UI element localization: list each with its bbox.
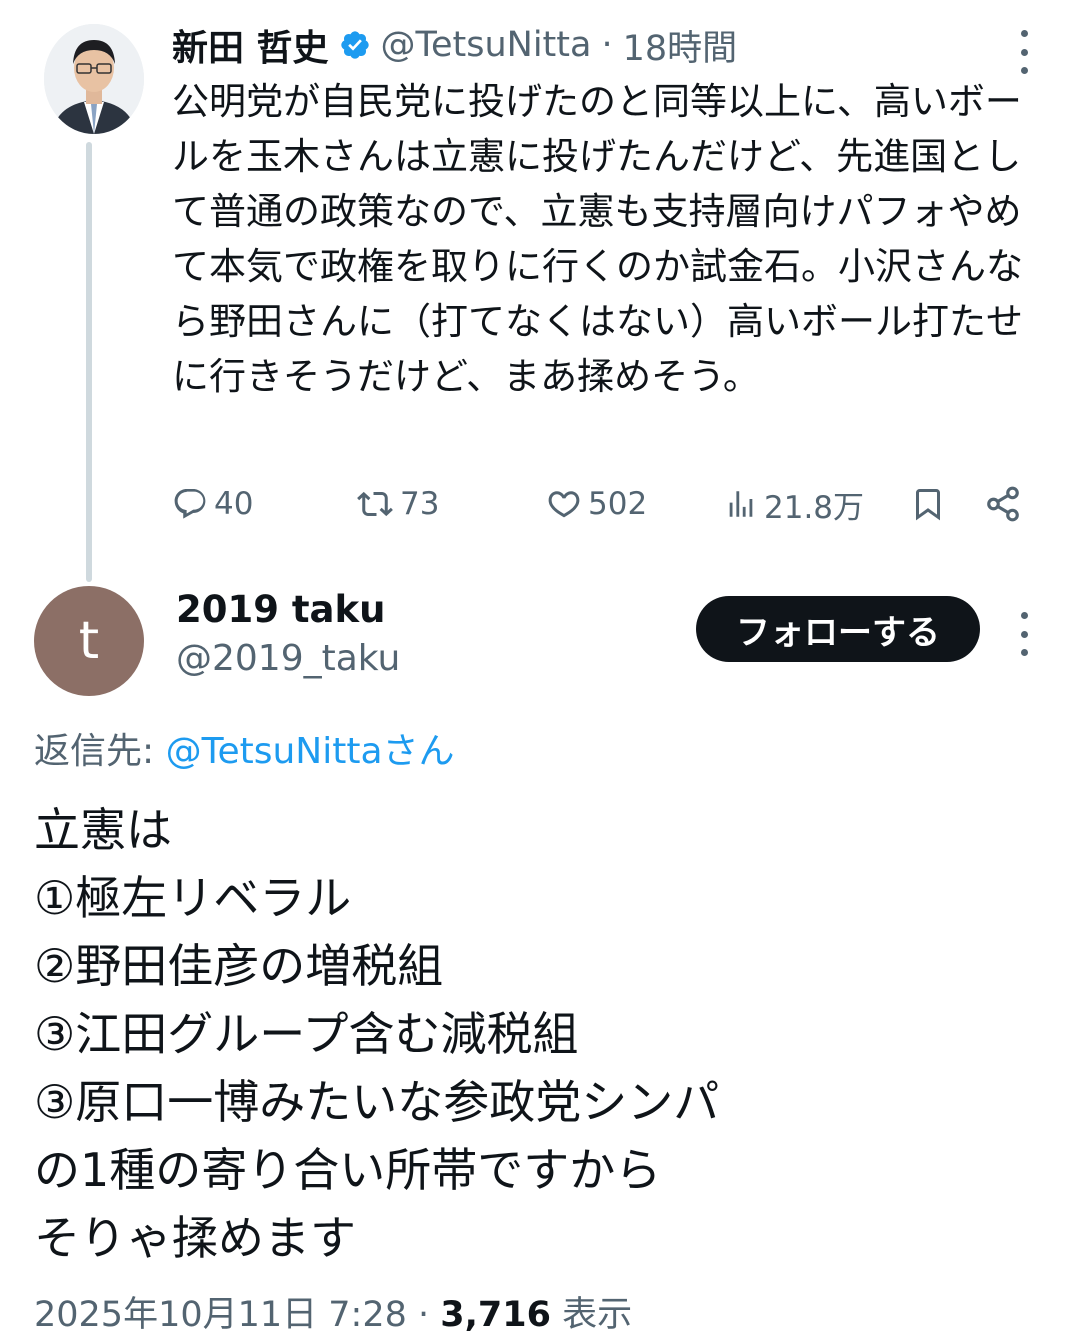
- like-count: 502: [588, 486, 648, 522]
- tweet-views-label: 表示: [550, 1295, 633, 1335]
- header-separator: ·: [601, 25, 613, 65]
- reply-more-options-icon[interactable]: [1014, 612, 1034, 656]
- share-icon: [987, 486, 1019, 522]
- replying-to-line: 返信先: @TetsuNittaさん: [34, 722, 455, 774]
- reply-text-line: ③原口一博みたいな参政党シンパ: [34, 1075, 720, 1129]
- reply-count: 40: [214, 486, 254, 522]
- reply-text-line: ②野田佳彦の増税組: [34, 939, 444, 993]
- reply-text-line: ①極左リベラル: [34, 871, 352, 925]
- tweet-action-bar: 40 73 502 21.8万: [172, 476, 1032, 532]
- follow-button[interactable]: フォローする: [696, 596, 980, 662]
- replying-to-mention[interactable]: @TetsuNittaさん: [166, 731, 455, 772]
- parent-tweet-header: 新田 哲史 @TetsuNitta · 18時間: [172, 18, 737, 72]
- reply-tweet-text: 立憲は ①極左リベラル ②野田佳彦の増税組 ③江田グループ含む減税組 ③原口一博…: [34, 796, 1044, 1272]
- reply-text-line: ③江田グループ含む減税組: [34, 1007, 579, 1061]
- parent-author-name[interactable]: 新田 哲史: [172, 19, 329, 71]
- reply-author-avatar[interactable]: t: [34, 586, 144, 696]
- tweet-meta-line: 2025年10月11日 7:28 · 3,716 表示: [34, 1286, 632, 1337]
- bookmark-button[interactable]: [910, 476, 946, 532]
- meta-separator: ·: [406, 1295, 441, 1335]
- views-count: 21.8万: [764, 489, 865, 526]
- parent-author-avatar[interactable]: [44, 24, 144, 134]
- reply-author-handle[interactable]: @2019_taku: [176, 638, 400, 679]
- author-photo: [44, 24, 144, 134]
- bookmark-icon: [916, 489, 940, 521]
- parent-tweet-text: 公明党が自民党に投げたのと同等以上に、高いボールを玉木さんは立憲に投げたんだけど…: [172, 80, 1023, 398]
- reply-button[interactable]: 40: [172, 476, 253, 532]
- tweet-views-count: 3,716: [440, 1295, 551, 1335]
- reply-icon: [174, 489, 206, 519]
- retweet-icon: [357, 491, 393, 517]
- verified-badge-icon: [339, 29, 371, 61]
- tweet-timestamp[interactable]: 2025年10月11日 7:28: [34, 1295, 407, 1335]
- replying-to-label: 返信先:: [34, 731, 166, 772]
- retweet-count: 73: [400, 486, 440, 522]
- parent-tweet-time[interactable]: 18時間: [623, 20, 738, 71]
- views-chart-icon: [729, 491, 753, 517]
- parent-more-options-icon[interactable]: [1014, 30, 1034, 74]
- share-button[interactable]: [984, 476, 1022, 532]
- like-button[interactable]: 502: [546, 476, 647, 532]
- parent-author-handle[interactable]: @TetsuNitta: [381, 25, 592, 65]
- reply-text-line: 立憲は: [34, 803, 172, 857]
- heart-icon: [548, 491, 580, 518]
- retweet-button[interactable]: 73: [356, 476, 439, 532]
- views-button[interactable]: 21.8万: [724, 476, 864, 532]
- reply-text-line: そりゃ揉めます: [34, 1211, 356, 1265]
- thread-line: [86, 142, 92, 582]
- reply-author-name[interactable]: 2019 taku: [176, 588, 385, 631]
- reply-text-line: の1種の寄り合い所帯ですから: [34, 1143, 662, 1197]
